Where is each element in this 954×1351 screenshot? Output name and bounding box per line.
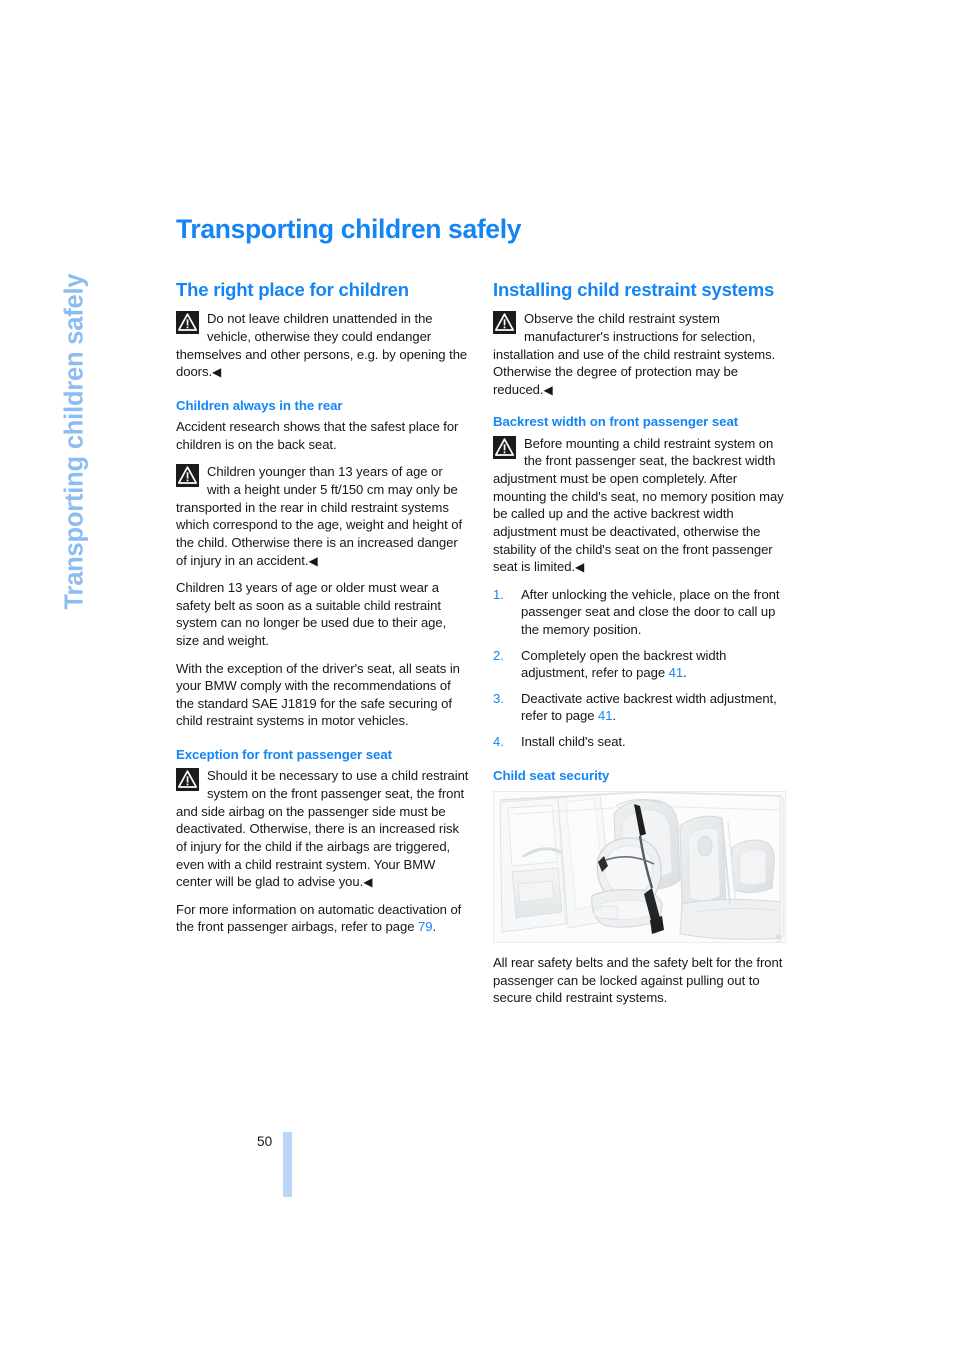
section-heading-installing-restraints: Installing child restraint systems	[493, 278, 775, 300]
step-text: Install child's seat.	[521, 733, 626, 749]
step-number: 4.	[493, 733, 504, 749]
paragraph-belt-locking: All rear safety belts and the safety bel…	[493, 955, 783, 1006]
warning-text: Before mounting a child restraint system…	[493, 435, 786, 576]
page-reference-link[interactable]: 41	[669, 665, 684, 680]
two-column-body: The right place for children Do not leav…	[176, 279, 796, 1007]
chapter-side-tab-label: Transporting children safely	[60, 273, 89, 610]
warning-text: Children younger than 13 years of age or…	[176, 463, 469, 569]
step-text-tail: .	[683, 665, 687, 681]
subheading-child-seat-security: Child seat security	[493, 767, 610, 783]
procedure-list: 1. After unlocking the vehicle, place on …	[493, 586, 786, 751]
step-number: 3.	[493, 690, 504, 706]
warning-text: Do not leave children unattended in the …	[176, 310, 469, 380]
paragraph-airbag-deactivation-reference: For more information on automatic deacti…	[176, 901, 469, 936]
step-text: Completely open the backrest width adjus…	[521, 647, 727, 681]
warning-text-body: Observe the child restraint system manuf…	[493, 311, 776, 397]
step-number: 1.	[493, 586, 504, 602]
warning-triangle-icon	[493, 435, 516, 459]
left-column: The right place for children Do not leav…	[176, 279, 469, 936]
section-heading-right-place: The right place for children	[176, 278, 409, 300]
list-item: 1. After unlocking the vehicle, place on …	[493, 586, 786, 639]
warning-text-body: Children younger than 13 years of age or…	[176, 464, 463, 568]
warning-triangle-icon	[176, 464, 199, 488]
warning-block: Before mounting a child restraint system…	[493, 435, 786, 576]
end-of-warning-marker: ◀	[575, 560, 585, 575]
manual-page: Transporting children safely Transportin…	[0, 0, 954, 1351]
warning-text: Observe the child restraint system manuf…	[493, 310, 786, 398]
subheading-backrest-width: Backrest width on front passenger seat	[493, 414, 739, 430]
list-item: 4. Install child's seat.	[493, 733, 786, 751]
end-of-warning-marker: ◀	[212, 365, 222, 380]
paragraph-text-tail: .	[432, 919, 437, 935]
warning-triangle-icon	[176, 768, 199, 792]
warning-text-body: Before mounting a child restraint system…	[493, 435, 784, 575]
child-seat-illustration: JF0124 US	[493, 791, 786, 944]
paragraph-sae-standard: With the exception of the driver's seat,…	[176, 660, 460, 729]
subheading-children-rear: Children always in the rear	[176, 397, 343, 413]
step-number: 2.	[493, 647, 504, 663]
list-item: 2. Completely open the backrest width adj…	[493, 647, 786, 682]
chapter-side-tab: Transporting children safely	[0, 180, 170, 660]
warning-block: Observe the child restraint system manuf…	[493, 310, 786, 398]
list-item: 3. Deactivate active backrest width adjus…	[493, 690, 786, 725]
page-reference-link[interactable]: 41	[598, 708, 613, 723]
end-of-warning-marker: ◀	[363, 875, 373, 890]
page-content: Transporting children safely The right p…	[176, 214, 796, 1007]
warning-triangle-icon	[493, 311, 516, 335]
warning-block: Do not leave children unattended in the …	[176, 310, 469, 380]
step-text: After unlocking the vehicle, place on th…	[521, 586, 780, 637]
warning-triangle-icon	[176, 311, 199, 335]
page-footer: 50	[176, 1108, 796, 1198]
figure-code-label: JF0124 US	[777, 934, 783, 942]
step-text-tail: .	[612, 708, 617, 724]
right-column: Installing child restraint systems Obser…	[493, 279, 786, 1007]
warning-text-body: Should it be necessary to use a child re…	[176, 768, 469, 890]
warning-text: Should it be necessary to use a child re…	[176, 767, 469, 890]
folio-accent-bar	[283, 1132, 292, 1197]
paragraph-accident-research: Accident research shows that the safest …	[176, 419, 459, 452]
car-interior-child-seat-drawing	[494, 792, 785, 943]
end-of-warning-marker: ◀	[543, 382, 553, 397]
paragraph-older-children: Children 13 years of age or older must w…	[176, 580, 447, 648]
warning-block: Children younger than 13 years of age or…	[176, 463, 469, 569]
step-text: Deactivate active backrest width adjustm…	[521, 690, 777, 724]
page-reference-link[interactable]: 79	[418, 919, 433, 934]
subheading-exception-front-passenger: Exception for front passenger seat	[176, 746, 392, 762]
end-of-warning-marker: ◀	[308, 553, 318, 568]
page-number: 50	[257, 1134, 273, 1149]
warning-block: Should it be necessary to use a child re…	[176, 767, 469, 890]
page-title: Transporting children safely	[176, 214, 522, 244]
